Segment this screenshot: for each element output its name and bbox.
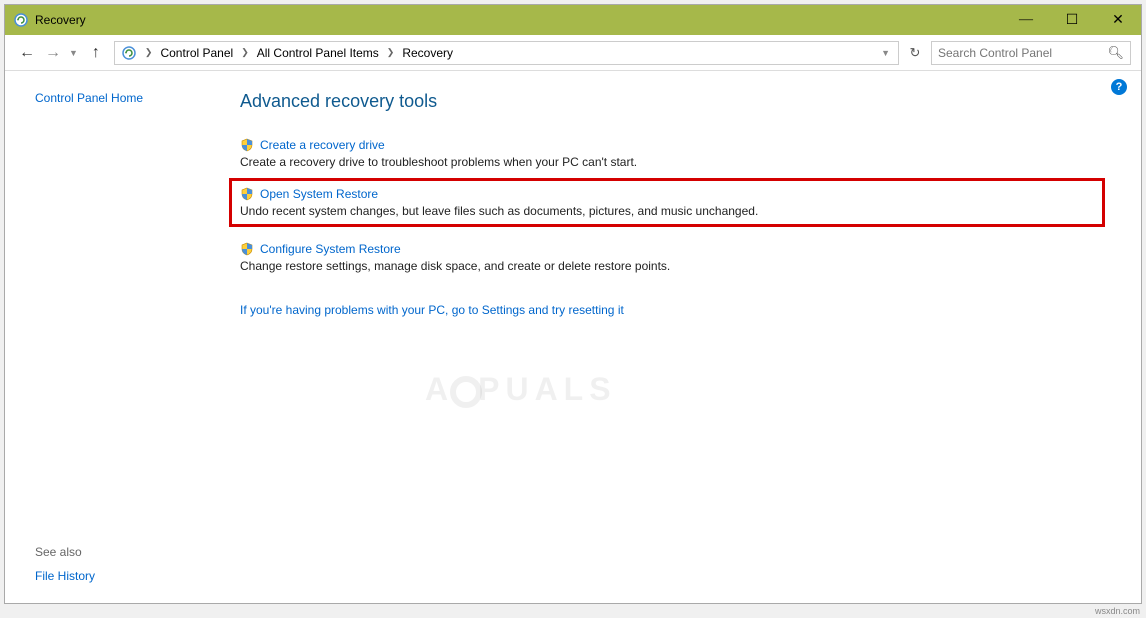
open-system-restore-link[interactable]: Open System Restore [260, 187, 378, 201]
file-history-link[interactable]: File History [35, 567, 95, 585]
breadcrumb-item[interactable]: All Control Panel Items [253, 46, 383, 60]
breadcrumb-item[interactable]: Control Panel [156, 46, 237, 60]
main-panel: ? Advanced recovery tools Create a recov… [220, 71, 1141, 603]
search-input[interactable] [938, 46, 1107, 60]
breadcrumb-item[interactable]: Recovery [398, 46, 457, 60]
crumb-sep-icon[interactable]: ❯ [237, 47, 253, 58]
tool-description: Create a recovery drive to troubleshoot … [240, 155, 1105, 169]
search-icon[interactable]: 🔍︎ [1107, 45, 1124, 61]
shield-icon [240, 242, 254, 256]
window-controls: — ☐ ✕ [1003, 5, 1141, 35]
address-dropdown[interactable]: ▼ [881, 48, 890, 58]
title-bar: Recovery — ☐ ✕ [5, 5, 1141, 35]
forward-button[interactable]: → [41, 41, 65, 65]
tool-description: Change restore settings, manage disk spa… [240, 259, 1105, 273]
control-panel-icon [121, 45, 137, 61]
minimize-button[interactable]: — [1003, 5, 1049, 35]
back-button[interactable]: ← [15, 41, 39, 65]
content-area: Control Panel Home See also File History… [5, 71, 1141, 603]
refresh-button[interactable]: ↻ [903, 41, 927, 65]
reset-pc-link[interactable]: If you're having problems with your PC, … [240, 303, 1105, 317]
configure-system-restore-link[interactable]: Configure System Restore [260, 242, 401, 256]
tool-open-system-restore: Open System Restore Undo recent system c… [229, 178, 1105, 227]
toolbar: ← → ▼ ↑ ❯ Control Panel ❯ All Control Pa… [5, 35, 1141, 71]
address-bar[interactable]: ❯ Control Panel ❯ All Control Panel Item… [114, 41, 899, 65]
sidebar: Control Panel Home See also File History [5, 71, 220, 603]
app-icon [13, 12, 29, 28]
control-panel-home-link[interactable]: Control Panel Home [35, 89, 220, 107]
up-button[interactable]: ↑ [84, 41, 108, 65]
tool-configure-system-restore: Configure System Restore Change restore … [240, 242, 1105, 273]
window-frame: Recovery — ☐ ✕ ← → ▼ ↑ ❯ Control Panel ❯… [4, 4, 1142, 604]
crumb-sep-icon[interactable]: ❯ [383, 47, 399, 58]
close-button[interactable]: ✕ [1095, 5, 1141, 35]
tool-create-recovery-drive: Create a recovery drive Create a recover… [240, 138, 1105, 169]
page-heading: Advanced recovery tools [240, 91, 1105, 112]
shield-icon [240, 138, 254, 152]
see-also-label: See also [35, 545, 95, 559]
tool-description: Undo recent system changes, but leave fi… [240, 204, 1094, 218]
maximize-button[interactable]: ☐ [1049, 5, 1095, 35]
help-button[interactable]: ? [1111, 79, 1127, 95]
attribution: wsxdn.com [1095, 606, 1140, 616]
window-title: Recovery [35, 13, 1003, 27]
sidebar-see-also: See also File History [35, 545, 95, 585]
shield-icon [240, 187, 254, 201]
search-box[interactable]: 🔍︎ [931, 41, 1131, 65]
create-recovery-drive-link[interactable]: Create a recovery drive [260, 138, 385, 152]
history-dropdown[interactable]: ▼ [69, 48, 78, 58]
crumb-sep-icon[interactable]: ❯ [141, 47, 157, 58]
